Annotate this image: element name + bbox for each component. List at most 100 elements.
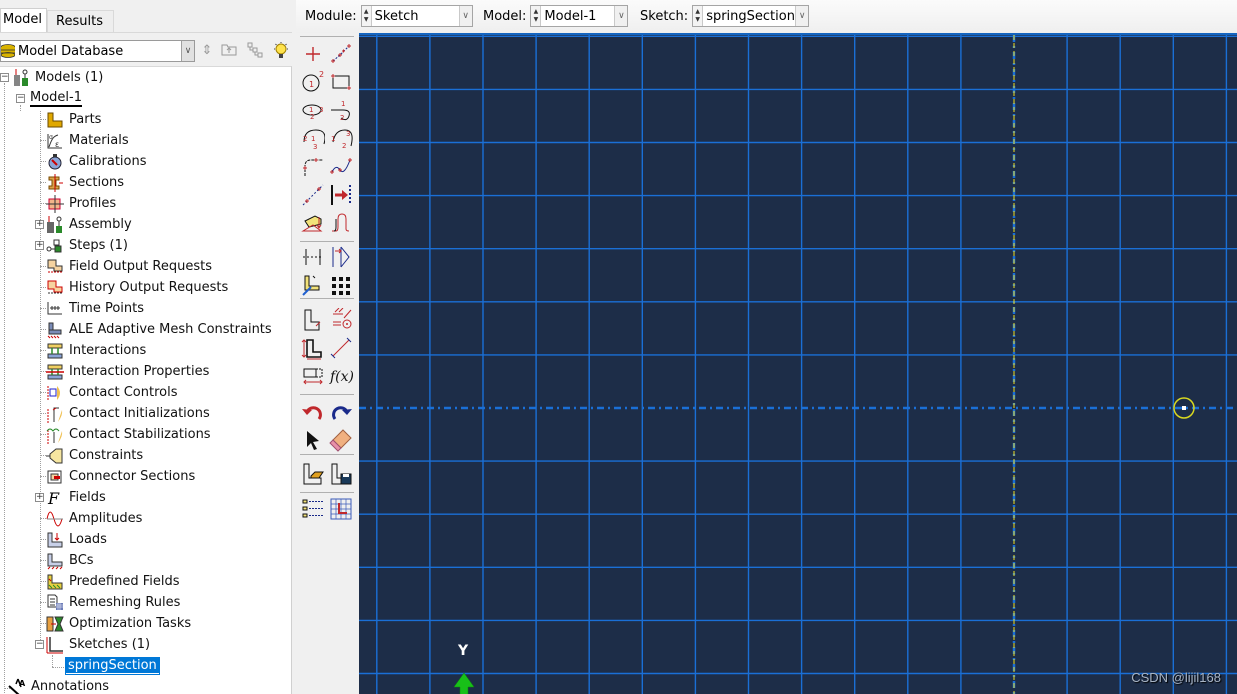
tree-node-loads[interactable]: Loads [46, 529, 107, 550]
tree-node-constraints[interactable]: Constraints [46, 445, 143, 466]
tree-node-parts[interactable]: Parts [46, 109, 101, 130]
create-isolated-point-icon [306, 47, 320, 61]
tool-offset-curves[interactable] [328, 182, 354, 208]
tree-node-predefined-fields[interactable]: Predefined Fields [46, 571, 180, 592]
tool-parameter-manager[interactable] [300, 363, 326, 389]
tool-create-circle-center-perimeter[interactable]: 12 [300, 69, 326, 95]
tree-node-contact-controls[interactable]: Contact Controls [46, 382, 177, 403]
tool-save-sketch[interactable] [328, 461, 354, 487]
tool-auto-constrain[interactable] [328, 307, 354, 333]
tool-radial-dimension[interactable] [328, 335, 354, 361]
tree-node-profiles[interactable]: Profiles [46, 193, 116, 214]
svg-text:3: 3 [319, 106, 323, 114]
tree-node-springsection[interactable]: springSection [65, 655, 160, 676]
spinner-icon[interactable]: ▲ ▼ [531, 6, 542, 26]
select-pointer-icon [307, 431, 319, 450]
tree-node-label: Predefined Fields [69, 574, 180, 589]
tree-node-interactions[interactable]: Interactions [46, 340, 146, 361]
spinner-icon[interactable]: ▲ ▼ [693, 6, 704, 26]
tool-delete-eraser[interactable] [328, 427, 354, 453]
tree-node-assembly[interactable]: Assembly [46, 214, 132, 235]
tree-node-history-output-requests[interactable]: History Output Requests [46, 277, 228, 298]
tree-node-contact-stabilizations[interactable]: Contact Stabilizations [46, 424, 211, 445]
tree-node-bcs[interactable]: BCs [46, 550, 94, 571]
expand-toggle[interactable]: + [35, 220, 44, 229]
tool-create-construction-line[interactable] [300, 182, 326, 208]
tree-node-sketches-1[interactable]: Sketches (1) [46, 634, 150, 655]
tool-create-fillet[interactable] [300, 153, 326, 179]
tool-pattern-linear[interactable] [328, 272, 354, 298]
module-combo[interactable]: ▲ ▼ Sketch ∨ [360, 5, 473, 27]
tab-results[interactable]: Results [47, 10, 114, 32]
tree-node-steps-1[interactable]: Steps (1) [46, 235, 128, 256]
tool-create-wire[interactable] [328, 210, 354, 236]
tree-node-time-points[interactable]: Time Points [46, 298, 144, 319]
tool-create-isolated-point[interactable] [300, 41, 326, 67]
tool-mirror[interactable] [328, 244, 354, 270]
tool-redo[interactable] [328, 399, 354, 425]
chevron-down-icon[interactable]: ∨ [795, 6, 809, 26]
auto-constrain-icon [333, 308, 352, 329]
model-combo[interactable]: ▲ ▼ Model-1 ∨ [530, 5, 629, 27]
tool-create-arc-center-endpoints[interactable]: 213 [300, 125, 326, 151]
offset-curves-icon [331, 185, 351, 205]
tree-node-label: Remeshing Rules [69, 595, 181, 610]
tool-create-spline[interactable] [328, 153, 354, 179]
tree-node-label: Steps (1) [69, 238, 128, 253]
tree-node-field-output-requests[interactable]: Field Output Requests [46, 256, 212, 277]
tool-create-lines-connected[interactable] [328, 41, 354, 67]
tool-sketch-options-corner[interactable] [300, 272, 326, 298]
expand-toggle[interactable]: + [35, 493, 44, 502]
tree-node-amplitudes[interactable]: Amplitudes [46, 508, 142, 529]
tool-create-rectangle[interactable] [328, 69, 354, 95]
tool-undo[interactable] [300, 399, 326, 425]
context-bar: Module: ▲ ▼ Sketch ∨ Model: ▲ ▼ Model-1 ∨ … [296, 0, 1237, 33]
tool-create-arc-three-points[interactable]: 1 32 [328, 125, 354, 151]
tree-node-ale-adaptive-mesh-constraints[interactable]: ALE Adaptive Mesh Constraints [46, 319, 272, 340]
tree-node-contact-initializations[interactable]: Contact Initializations [46, 403, 210, 424]
tree-node-calibrations[interactable]: Calibrations [46, 151, 147, 172]
tree-filter-icon[interactable] [246, 42, 264, 60]
models-icon [12, 68, 30, 87]
tree-node-remeshing-rules[interactable]: Remeshing Rules [46, 592, 180, 613]
tree-node-models[interactable]: Models (1) [12, 67, 103, 88]
chevron-down-icon[interactable]: ∨ [181, 41, 194, 61]
tool-select-pointer[interactable] [300, 427, 326, 453]
tab-model[interactable]: Model [0, 8, 48, 33]
tool-add-constraint[interactable] [300, 244, 326, 270]
tool-edit-dimension[interactable] [300, 335, 326, 361]
tool-create-ellipse[interactable]: 132 [300, 97, 326, 123]
contact-stabilizations-icon [46, 426, 64, 444]
spinner-icon[interactable]: ▲ ▼ [361, 6, 372, 26]
collapse-toggle[interactable]: − [35, 640, 44, 649]
sketch-canvas[interactable]: Y CSDN @lijil168 [359, 33, 1237, 694]
tree-node-materials[interactable]: εσ Materials [46, 130, 129, 151]
tree-node-label: Materials [69, 133, 129, 148]
expand-toggle[interactable]: + [35, 241, 44, 250]
tree-node-fields[interactable]: F Fields [46, 487, 106, 508]
expand-collapse-icon[interactable]: ⇕ [198, 42, 216, 60]
tool-sketch-grid-options[interactable] [328, 496, 354, 522]
tree-node-sections[interactable]: Sections [46, 172, 124, 193]
go-up-icon[interactable] [220, 42, 238, 60]
tool-fx-parameters[interactable]: f(x) [328, 363, 354, 389]
collapse-toggle[interactable]: − [0, 73, 9, 82]
contact-initializations-icon [46, 405, 64, 423]
ale-mesh-icon [46, 321, 64, 339]
tree-node-interaction-properties[interactable]: Interaction Properties [46, 361, 209, 382]
tree-node-optimization-tasks[interactable]: Optimization Tasks [46, 613, 191, 634]
database-select[interactable]: Model Database ∨ [0, 40, 195, 62]
sketch-combo[interactable]: ▲ ▼ springSection ∨ [692, 5, 810, 27]
chevron-down-icon[interactable]: ∨ [614, 6, 628, 26]
tree-node-model-1[interactable]: Model-1 [30, 88, 82, 109]
chevron-down-icon[interactable]: ∨ [458, 6, 472, 26]
tool-sketch-list[interactable] [300, 496, 326, 522]
tool-open-sketch[interactable] [300, 461, 326, 487]
hint-lightbulb-icon[interactable] [272, 42, 290, 60]
tree-node-annotations[interactable]: A Annotations [8, 676, 109, 694]
tool-add-dimension[interactable] [300, 307, 326, 333]
tool-project-edges[interactable] [300, 210, 326, 236]
tree-node-connector-sections[interactable]: Connector Sections [46, 466, 195, 487]
collapse-toggle[interactable]: − [16, 94, 25, 103]
tool-create-arc-tangent[interactable]: 12 [328, 97, 354, 123]
